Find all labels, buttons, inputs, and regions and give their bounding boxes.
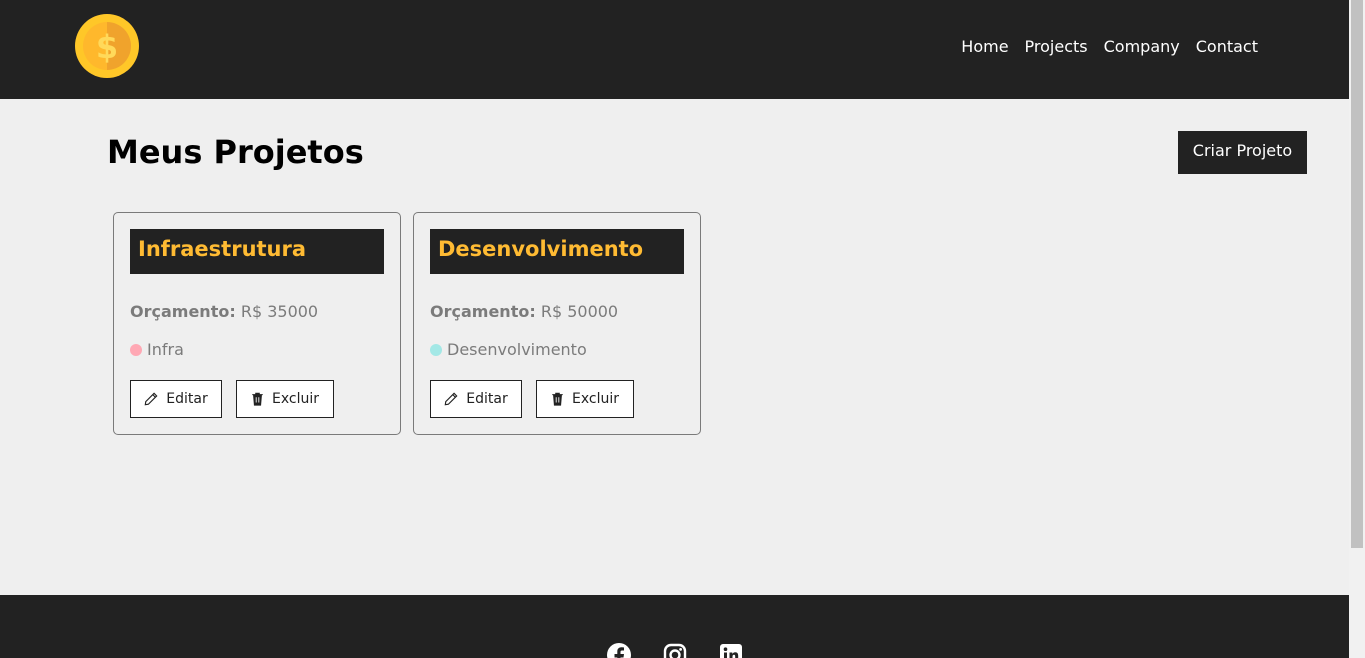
- trash-icon: [552, 392, 563, 406]
- delete-button[interactable]: Excluir: [236, 380, 334, 418]
- edit-label: Editar: [466, 391, 508, 407]
- page-title: Meus Projetos: [107, 133, 364, 171]
- edit-label: Editar: [166, 391, 208, 407]
- main-content: Meus Projetos Criar Projeto Infraestrutu…: [0, 99, 1349, 595]
- delete-label: Excluir: [572, 391, 619, 407]
- category-dot: [430, 343, 442, 356]
- project-budget: Orçamento: R$ 50000: [430, 302, 618, 321]
- pencil-icon: [144, 392, 158, 406]
- budget-value: R$ 50000: [540, 302, 619, 321]
- facebook-icon[interactable]: [607, 643, 631, 658]
- delete-button[interactable]: Excluir: [536, 380, 634, 418]
- edit-button[interactable]: Editar: [430, 380, 522, 418]
- vertical-scrollbar[interactable]: [1349, 0, 1365, 658]
- scrollbar-thumb[interactable]: [1351, 0, 1363, 548]
- budget-value: R$ 35000: [240, 302, 319, 321]
- create-project-button[interactable]: Criar Projeto: [1178, 131, 1307, 174]
- linkedin-icon[interactable]: [719, 643, 743, 658]
- budget-label: Orçamento:: [430, 302, 536, 321]
- navbar: $ Home Projects Company Contact: [0, 0, 1349, 99]
- project-budget: Orçamento: R$ 35000: [130, 302, 318, 321]
- category-label: Desenvolvimento: [447, 340, 587, 359]
- project-category: Infra: [130, 340, 184, 359]
- nav-contact[interactable]: Contact: [1196, 37, 1258, 56]
- category-label: Infra: [147, 340, 184, 359]
- project-card: Infraestrutura Orçamento: R$ 35000 Infra…: [113, 212, 401, 435]
- pencil-icon: [444, 392, 458, 406]
- project-title: Desenvolvimento: [430, 229, 684, 274]
- nav-home[interactable]: Home: [961, 37, 1008, 56]
- instagram-icon[interactable]: [663, 643, 687, 658]
- nav-projects[interactable]: Projects: [1025, 37, 1088, 56]
- category-dot: [130, 343, 142, 356]
- delete-label: Excluir: [272, 391, 319, 407]
- trash-icon: [252, 392, 263, 406]
- viewport: $ Home Projects Company Contact Meus Pro…: [0, 0, 1349, 658]
- coin-logo-icon[interactable]: $: [75, 14, 139, 78]
- svg-text:$: $: [96, 28, 118, 66]
- main-nav: Home Projects Company Contact: [961, 37, 1258, 56]
- project-title: Infraestrutura: [130, 229, 384, 274]
- project-category: Desenvolvimento: [430, 340, 587, 359]
- budget-label: Orçamento:: [130, 302, 236, 321]
- nav-company[interactable]: Company: [1104, 37, 1180, 56]
- project-card: Desenvolvimento Orçamento: R$ 50000 Dese…: [413, 212, 701, 435]
- footer: [0, 595, 1349, 658]
- edit-button[interactable]: Editar: [130, 380, 222, 418]
